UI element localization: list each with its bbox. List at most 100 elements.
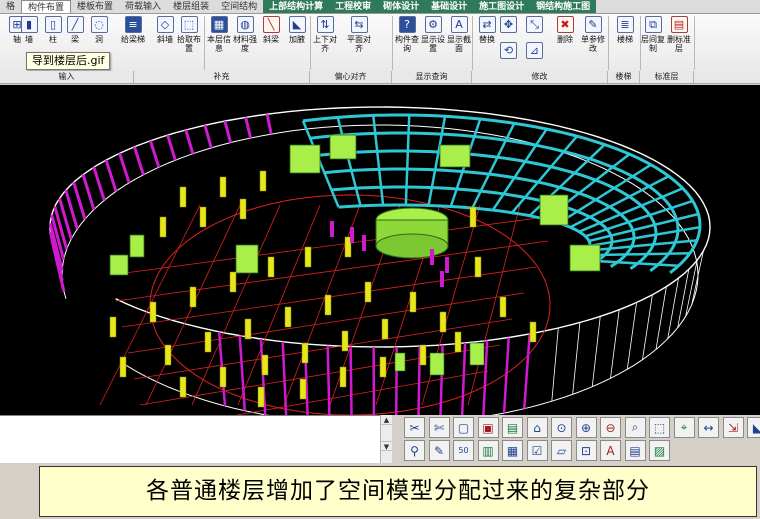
slab-panel	[235, 244, 259, 274]
render-icon[interactable]: ◣	[747, 417, 760, 438]
grid-line	[237, 204, 321, 406]
tool-replace-button[interactable]: ⇄ 替换	[474, 16, 500, 68]
tool-stair-beam-button[interactable]: ≡ 给梁梯	[120, 16, 146, 68]
scroll-up-icon[interactable]: ▲	[381, 415, 392, 425]
mirror-icon: ⤡	[526, 16, 543, 33]
tool-slant-wall-button[interactable]: ◇ 斜墙	[152, 16, 178, 68]
tool-material-strength-button[interactable]: ◍ 材料强度	[232, 16, 258, 68]
box2-icon[interactable]: ▣	[477, 417, 499, 438]
tab-6[interactable]: 上部结构计算	[263, 0, 330, 13]
column	[149, 301, 157, 323]
tab-3[interactable]: 荷载输入	[119, 0, 167, 13]
scale-icon[interactable]: 50	[453, 440, 474, 461]
cut-icon[interactable]: ✂	[404, 417, 425, 438]
tool-stairs-button[interactable]: ≣ 楼梯	[612, 16, 638, 68]
zoom-in-icon[interactable]: ⊕	[575, 417, 597, 438]
param-edit-icon: ✎	[584, 16, 602, 33]
brace	[522, 333, 531, 409]
tool-label: 删除	[557, 35, 573, 44]
group-label: 显示查询	[392, 71, 472, 83]
tool-slant-beam-button[interactable]: ╲ 斜梁	[258, 16, 284, 68]
command-panel-scrollbar[interactable]: ▲ ▼	[380, 415, 392, 463]
column	[439, 311, 447, 333]
tool-wall-button[interactable]: ▮ 墙	[16, 16, 42, 68]
tool-member-query-button[interactable]: ? 构件查询	[394, 16, 420, 68]
tab-0[interactable]: 格	[0, 0, 21, 13]
house-icon[interactable]: ⌂	[526, 417, 548, 438]
wall-panel	[429, 352, 445, 376]
column	[381, 318, 389, 340]
brace	[104, 159, 118, 192]
zoom-out-icon[interactable]: ⊖	[600, 417, 621, 438]
tab-4[interactable]: 楼层组装	[167, 0, 215, 13]
tool-label: 替换	[479, 35, 495, 44]
box-icon[interactable]: ▢	[453, 417, 474, 438]
pan-icon[interactable]: ⇲	[722, 417, 744, 438]
column	[164, 344, 172, 366]
ribbon-separator	[310, 16, 311, 70]
orbit-icon[interactable]: ⊙	[551, 417, 572, 438]
check-icon[interactable]: ☑	[526, 440, 548, 461]
command-output-panel[interactable]	[0, 415, 392, 463]
hatch-icon[interactable]: ▨	[649, 440, 670, 461]
tool-display-settings-button[interactable]: ⚙ 显示设置	[420, 16, 446, 68]
model-viewport[interactable]	[0, 85, 760, 415]
cut2-icon[interactable]: ✄	[428, 417, 450, 438]
draw-icon[interactable]: ✎	[428, 440, 450, 461]
tool-floor-info-button[interactable]: ▦ 本层信息	[206, 16, 232, 68]
tool-beam-button[interactable]: ╱ 梁	[62, 16, 88, 68]
frame-icon[interactable]: ⊡	[575, 440, 597, 461]
grid-icon[interactable]: ▦	[502, 440, 523, 461]
scroll-down-icon[interactable]: ▼	[381, 441, 392, 451]
tool-param-edit-button[interactable]: ✎ 单参修改	[580, 16, 606, 68]
tab-11[interactable]: 钢结构施工图	[530, 0, 597, 13]
ribbon-tab-bar: 格构件布置 楼板布置 荷载输入 楼层组装 空间结构 上部结构计算 工程校审 砌体设计 基础设计施…	[0, 0, 760, 14]
measure-icon[interactable]: ↔	[698, 417, 719, 438]
box3-icon[interactable]: ▤	[502, 417, 523, 438]
column	[454, 331, 462, 353]
slab-panel	[439, 144, 471, 168]
column	[299, 378, 307, 400]
tool-opening-button[interactable]: ◌ 洞	[86, 16, 112, 68]
slab-panel	[129, 234, 145, 258]
plane-icon[interactable]: ▱	[551, 440, 572, 461]
tool-pick-layout-button[interactable]: ⬚ 拾取布置	[176, 16, 202, 68]
brace	[244, 117, 253, 139]
list-icon[interactable]: ▤	[624, 440, 646, 461]
tool-floor-copy-button[interactable]: ⧉ 层间复制	[640, 16, 666, 68]
tool-haunch-button[interactable]: ◣ 加腋	[284, 16, 310, 68]
tab-5[interactable]: 空间结构	[215, 0, 263, 13]
column	[267, 256, 275, 278]
text-icon[interactable]: A	[600, 440, 621, 461]
rim-strut	[572, 322, 581, 395]
teapot-icon[interactable]: ⌖	[673, 417, 695, 438]
floor-copy-icon: ⧉	[644, 16, 662, 33]
radial-beam	[336, 117, 362, 207]
column	[259, 170, 267, 192]
zoom-window-icon[interactable]: ⌕	[624, 417, 646, 438]
tab-1[interactable]: 构件布置	[21, 0, 72, 13]
rotate-icon: ⟲	[500, 42, 517, 59]
tab-8[interactable]: 砌体设计	[377, 0, 426, 13]
column	[339, 366, 347, 388]
key-icon[interactable]: ⚲	[404, 440, 425, 461]
tab-2[interactable]: 楼板布置	[71, 0, 119, 13]
stairs-icon: ≣	[616, 16, 634, 33]
tool-align-vertical-button[interactable]: ⇅ 上下对齐	[312, 16, 338, 68]
slab-panel	[539, 194, 569, 226]
tab-9[interactable]: 基础设计	[425, 0, 474, 13]
rim-strut	[667, 278, 679, 339]
tool-display-section-button[interactable]: A 显示截面	[446, 16, 472, 68]
tool-label: 显示截面	[447, 35, 471, 53]
brace	[326, 345, 331, 415]
tool-align-plane-button[interactable]: ⇆ 平面对齐	[346, 16, 372, 68]
building-icon[interactable]: ▥	[477, 440, 499, 461]
tool-delete-button[interactable]: ✖ 删除	[552, 16, 578, 68]
tab-7[interactable]: 工程校审	[329, 0, 378, 13]
select-icon[interactable]: ⬚	[649, 417, 670, 438]
pick-layout-icon: ⬚	[180, 16, 198, 33]
tool-delete-std-floor-button[interactable]: ▤ 删标准层	[666, 16, 692, 68]
tab-10[interactable]: 施工图设计	[473, 0, 531, 13]
tool-label: 层间复制	[641, 35, 665, 53]
ribbon-separator	[392, 16, 393, 70]
